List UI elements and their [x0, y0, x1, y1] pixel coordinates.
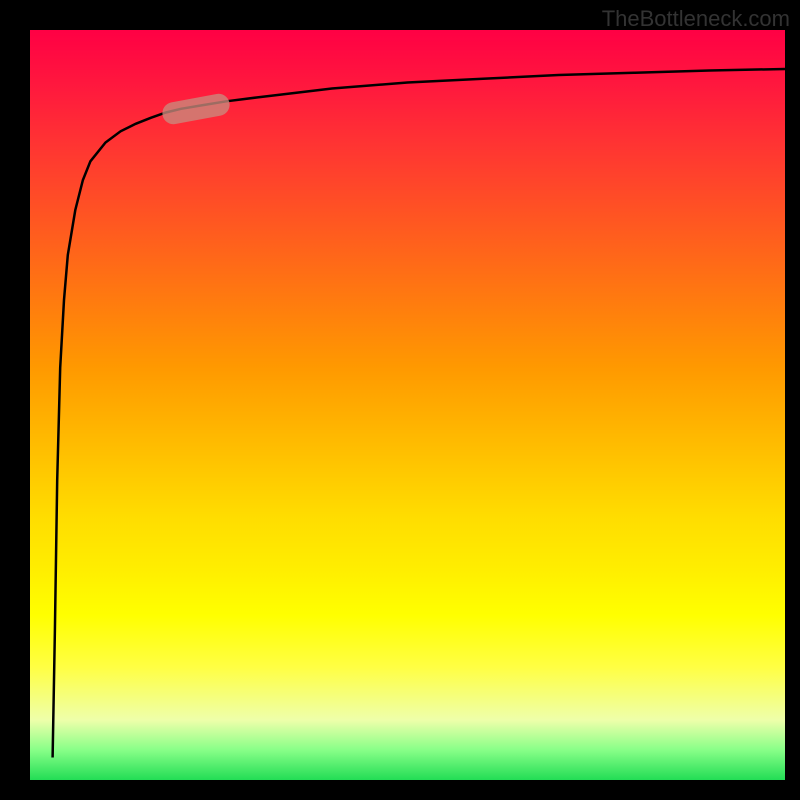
bottleneck-curve-path [53, 69, 785, 758]
chart-curve-svg [30, 30, 785, 780]
watermark-text: TheBottleneck.com [602, 6, 790, 32]
